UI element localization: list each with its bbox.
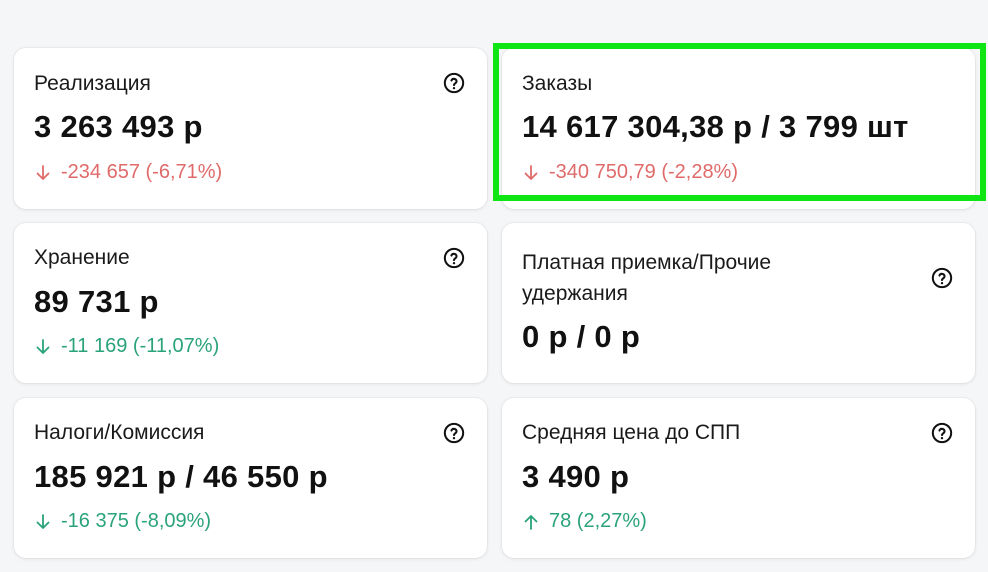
card-orders: Заказы 14 617 304,38 р / 3 799 шт -340 7… [502, 48, 975, 209]
help-circle-icon[interactable] [931, 422, 953, 444]
card-delta-text: -16 375 (-8,09%) [61, 510, 212, 532]
card-storage: Хранение 89 731 р -11 169 (-11,07%) [14, 223, 487, 383]
arrow-down-icon [36, 338, 50, 354]
arrow-up-icon [524, 514, 538, 530]
help-circle-icon[interactable] [443, 247, 465, 269]
card-value: 0 р / 0 р [522, 319, 641, 354]
card-title: Хранение [34, 246, 130, 269]
card-delta: -11 169 (-11,07%) [34, 335, 219, 358]
card-realization: Реализация 3 263 493 р -234 657 (-6,71%) [14, 48, 487, 209]
card-title: Средняя цена до СПП [522, 421, 741, 444]
card-delta: -340 750,79 (-2,28%) [522, 161, 738, 184]
card-paid-acceptance: Платная приемка/Прочие удержания 0 р / 0… [502, 223, 975, 383]
card-delta: -16 375 (-8,09%) [34, 510, 211, 533]
card-title: Налоги/Комиссия [34, 421, 205, 444]
help-circle-icon[interactable] [931, 267, 953, 289]
card-title: Заказы [522, 72, 593, 95]
card-value: 89 731 р [34, 284, 159, 319]
help-circle-icon[interactable] [443, 72, 465, 94]
card-delta: -234 657 (-6,71%) [34, 161, 222, 184]
card-avg-price: Средняя цена до СПП 3 490 р 78 (2,27%) [502, 398, 975, 558]
arrow-down-icon [36, 513, 50, 529]
card-value: 185 921 р / 46 550 р [34, 459, 328, 494]
card-delta-text: -234 657 (-6,71%) [61, 161, 223, 183]
card-title: Реализация [34, 72, 151, 95]
card-delta: 78 (2,27%) [522, 510, 647, 533]
card-taxes-commission: Налоги/Комиссия 185 921 р / 46 550 р -16… [14, 398, 487, 558]
card-value: 14 617 304,38 р / 3 799 шт [522, 109, 909, 144]
card-title-line1: Платная приемка/Прочие [522, 251, 772, 274]
arrow-down-icon [524, 164, 538, 180]
card-delta-text: -340 750,79 (-2,28%) [549, 161, 739, 183]
card-value: 3 263 493 р [34, 109, 203, 144]
card-delta-text: 78 (2,27%) [549, 510, 647, 532]
help-circle-icon[interactable] [443, 422, 465, 444]
card-title-line2: удержания [522, 282, 628, 305]
arrow-down-icon [36, 164, 50, 180]
card-delta-text: -11 169 (-11,07%) [61, 335, 220, 357]
card-value: 3 490 р [522, 459, 630, 494]
